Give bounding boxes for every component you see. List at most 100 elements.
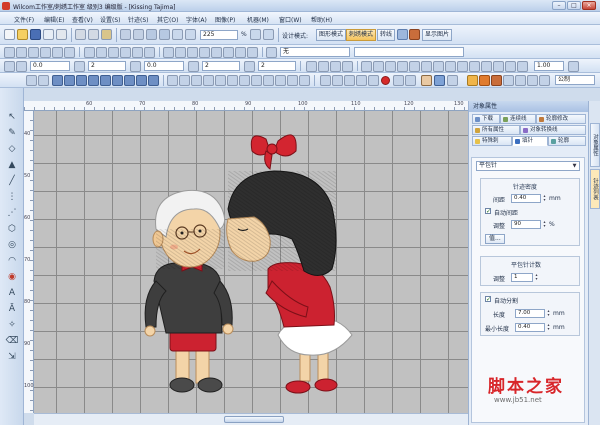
pointer-icon[interactable]	[26, 75, 37, 86]
embroidery-mode-button[interactable]: 刺绣模式	[346, 29, 377, 41]
stamp-icon[interactable]	[332, 75, 343, 86]
grid-icon[interactable]	[250, 29, 261, 40]
font-icon[interactable]	[266, 47, 277, 58]
monogram-tool-icon[interactable]: Ā	[5, 302, 19, 316]
branch-icon[interactable]	[203, 75, 214, 86]
erase-tool-icon[interactable]: ⌫	[5, 334, 19, 348]
minimize-button[interactable]: –	[552, 1, 566, 10]
menu-view[interactable]: 查看(V)	[72, 15, 93, 24]
colorway-icon[interactable]	[467, 75, 478, 86]
redo-icon[interactable]	[133, 29, 144, 40]
pull-comp-icon[interactable]	[342, 61, 353, 72]
font-size-select[interactable]	[354, 47, 464, 57]
width-input[interactable]: 0.0	[30, 61, 70, 71]
travel-icon[interactable]	[405, 75, 416, 86]
measure-tool-icon[interactable]: ⇲	[5, 350, 19, 364]
zoom-in-icon[interactable]	[146, 29, 157, 40]
realistic-icon[interactable]	[527, 75, 538, 86]
run-icon[interactable]	[100, 75, 111, 86]
cut-icon[interactable]	[75, 29, 86, 40]
zoom-input[interactable]: 225	[200, 30, 238, 40]
repeat-input[interactable]: 2	[202, 61, 240, 71]
count-input[interactable]: 2	[88, 61, 126, 71]
spacing-stepper[interactable]: ▴ ▾	[542, 194, 547, 203]
input-a-icon[interactable]	[52, 75, 63, 86]
shape-tool-icon[interactable]: ◇	[5, 142, 19, 156]
hoop-size-icon[interactable]	[361, 61, 372, 72]
min-length-input[interactable]: 0.40	[515, 323, 545, 332]
palette-icon[interactable]	[434, 75, 445, 86]
run-tool-icon[interactable]: ╱	[5, 174, 19, 188]
color-wheel-icon[interactable]	[421, 75, 432, 86]
menu-edit[interactable]: 编辑(E)	[44, 15, 64, 24]
satin-tool-icon[interactable]: ⋰	[5, 206, 19, 220]
offset-icon[interactable]	[239, 75, 250, 86]
print-icon[interactable]	[43, 29, 54, 40]
stitch-angle-icon[interactable]	[167, 75, 178, 86]
adjust-input[interactable]: 90	[511, 220, 541, 229]
auto-split-checkbox[interactable]: ✓	[485, 296, 491, 303]
menu-stitch[interactable]: 针迹(S)	[128, 15, 149, 24]
measure-icon[interactable]	[457, 61, 468, 72]
input-c-icon[interactable]	[76, 75, 87, 86]
angle-icon[interactable]	[244, 61, 255, 72]
tab-outline-edit[interactable]: 轮廓修改	[536, 114, 586, 124]
bold-icon[interactable]	[175, 47, 186, 58]
font-select[interactable]: 无	[280, 47, 350, 57]
auto-spacing-checkbox[interactable]: ✓	[485, 208, 491, 215]
menu-help[interactable]: 帮助(H)	[311, 15, 332, 24]
count-input[interactable]: 1	[511, 273, 533, 282]
count-stepper[interactable]: ▴ ▾	[534, 273, 539, 282]
menu-window[interactable]: 窗口(W)	[279, 15, 302, 24]
paste-icon[interactable]	[101, 29, 112, 40]
apply-icon[interactable]	[568, 61, 579, 72]
monogram-icon[interactable]	[247, 47, 258, 58]
rotate-left-icon[interactable]	[108, 47, 119, 58]
repeat-icon[interactable]	[188, 61, 199, 72]
convert-button[interactable]: 转线	[377, 29, 396, 41]
pan-icon[interactable]	[38, 75, 49, 86]
mirror-v-icon[interactable]	[96, 47, 107, 58]
ungroup-icon[interactable]	[40, 47, 51, 58]
graphics-mode-button[interactable]: 图形模式	[316, 29, 347, 41]
close-button[interactable]: ×	[582, 1, 596, 10]
weld-icon[interactable]	[215, 75, 226, 86]
align-icon[interactable]	[64, 47, 75, 58]
tv-icon[interactable]	[515, 75, 526, 86]
tab-all-properties[interactable]: 所有属性	[472, 125, 520, 135]
zoom-box-icon[interactable]	[172, 29, 183, 40]
menu-other[interactable]: 其它(O)	[157, 15, 178, 24]
array-icon[interactable]	[275, 75, 286, 86]
arc-tool-icon[interactable]: ◠	[5, 254, 19, 268]
kerning-icon[interactable]	[223, 47, 234, 58]
side-tab-object-properties[interactable]: 对象属性	[590, 123, 600, 167]
sequence-icon[interactable]	[433, 61, 444, 72]
reshape-icon[interactable]	[16, 47, 27, 58]
width-icon[interactable]	[16, 61, 27, 72]
overlap-icon[interactable]	[505, 61, 516, 72]
backstitch-icon[interactable]	[124, 75, 135, 86]
tab-download[interactable]: 下载	[472, 114, 500, 124]
auto-border-icon[interactable]	[263, 75, 274, 86]
radial-icon[interactable]	[368, 75, 379, 86]
menu-font[interactable]: 字体(A)	[186, 15, 207, 24]
complex-tool-icon[interactable]: ⬡	[5, 222, 19, 236]
side-tab-stitch-list[interactable]: 针迹列表	[590, 169, 600, 209]
jump-icon[interactable]	[397, 61, 408, 72]
ruler-icon[interactable]	[263, 29, 274, 40]
remove-overlap-icon[interactable]	[251, 75, 262, 86]
stitch-player-icon[interactable]	[393, 75, 404, 86]
triple-run-icon[interactable]	[112, 75, 123, 86]
applique-icon[interactable]	[493, 61, 504, 72]
maximize-button[interactable]: □	[567, 1, 581, 10]
print-preview-icon[interactable]	[539, 75, 550, 86]
angle-input[interactable]: 2	[258, 61, 296, 71]
copy-icon[interactable]	[88, 29, 99, 40]
menu-image[interactable]: 图像(P)	[215, 15, 235, 24]
lock-icon[interactable]	[52, 47, 63, 58]
kaleido-icon[interactable]	[299, 75, 310, 86]
zoom-out-icon[interactable]	[159, 29, 170, 40]
design-canvas[interactable]	[34, 111, 468, 413]
spacing-icon[interactable]	[211, 47, 222, 58]
column-tool-icon[interactable]: ⋮	[5, 190, 19, 204]
